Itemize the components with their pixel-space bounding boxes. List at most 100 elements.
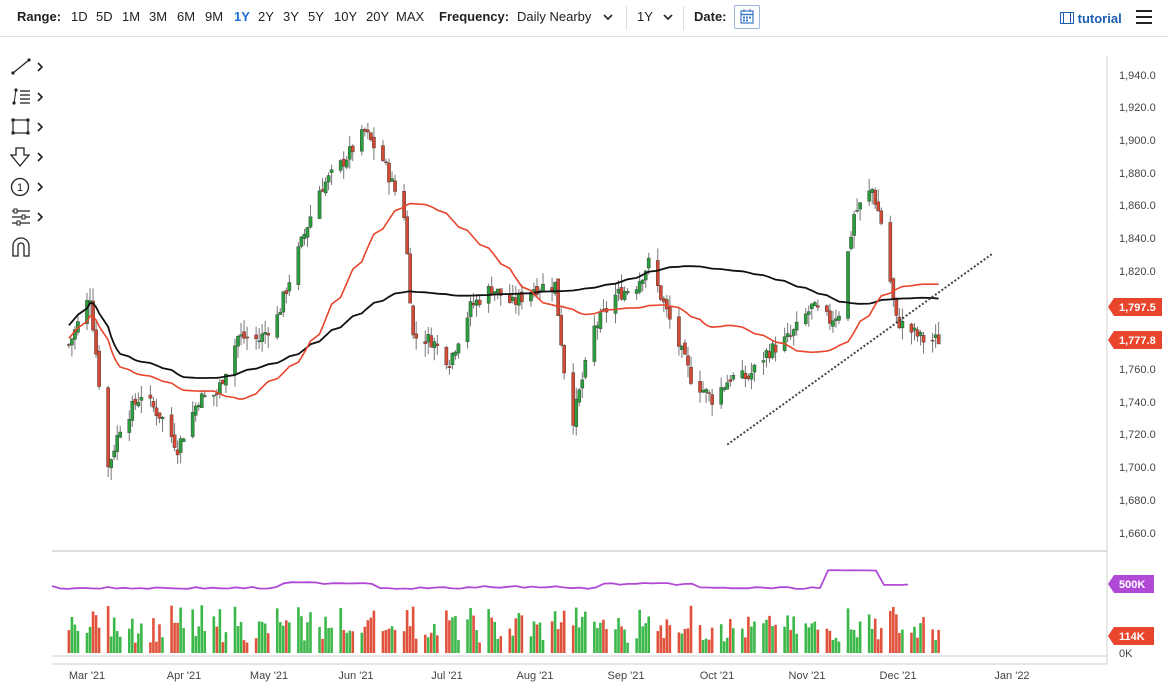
candle-body <box>435 343 440 346</box>
candle-body <box>139 397 144 401</box>
candle-body <box>338 160 343 171</box>
candle-body <box>408 253 412 304</box>
candle-body <box>444 347 449 366</box>
volume-label: 114K 0K <box>1108 627 1154 660</box>
volume-bar <box>466 619 469 653</box>
volume-bar <box>266 633 270 653</box>
volume-bar <box>562 610 566 653</box>
volume-bar <box>511 635 515 653</box>
volume-bar <box>360 632 364 653</box>
volume-bar <box>369 617 373 653</box>
volume-bar <box>496 638 500 653</box>
trendline[interactable] <box>726 252 994 446</box>
volume-bar <box>617 617 620 653</box>
volume-bar <box>381 631 385 653</box>
y-tick-label: 1,880.0 <box>1119 168 1156 180</box>
candle-body <box>450 352 455 366</box>
candle-body <box>239 334 243 337</box>
volume-bar <box>538 622 542 653</box>
candle-body <box>770 343 775 358</box>
candle-body <box>767 351 772 359</box>
volume-bar <box>454 616 457 653</box>
candlesticks <box>67 122 941 480</box>
volume-bar <box>218 609 222 653</box>
volume-bar <box>384 629 388 653</box>
volume-bar <box>810 623 814 653</box>
candle-body <box>686 355 690 366</box>
candle-body <box>172 434 177 448</box>
volume-bar <box>321 638 324 653</box>
ma-price-label: 1,797.5 <box>1108 298 1162 316</box>
candle-body <box>94 329 98 355</box>
y-tick-label: 1,940.0 <box>1119 70 1156 82</box>
volume-bar <box>306 622 309 653</box>
y-tick-label: 1,740.0 <box>1119 397 1156 409</box>
volume-bar <box>919 623 922 653</box>
volume-bar <box>131 618 134 653</box>
candle-body <box>773 344 778 353</box>
volume-bar <box>149 642 152 653</box>
volume-bar <box>514 618 518 653</box>
volume-bar <box>635 638 638 653</box>
candle-body <box>344 159 349 168</box>
candle-body <box>873 189 878 205</box>
volume-bar <box>722 641 726 653</box>
volume-bar <box>680 633 684 653</box>
y-tick-label: 1,700.0 <box>1119 462 1156 474</box>
candle-body <box>157 412 162 419</box>
volume-bar <box>97 627 101 653</box>
price-chart[interactable]: 1,940.0 1,920.0 1,900.0 1,880.0 1,860.0 … <box>0 0 1168 690</box>
y-tick-label: 1,660.0 <box>1119 528 1156 540</box>
volume-bar <box>475 630 478 653</box>
candle-body <box>915 329 920 337</box>
volume-bar <box>541 639 545 653</box>
candle-body <box>541 284 545 292</box>
volume-bar <box>807 627 811 653</box>
candle-body <box>722 387 727 391</box>
volume-bar <box>411 606 415 653</box>
candle-body <box>160 417 165 420</box>
candle-body <box>616 289 621 294</box>
last-price-text: 1,777.8 <box>1119 335 1156 347</box>
candle-body <box>613 294 618 314</box>
candle-body <box>728 379 733 382</box>
candle-body <box>432 341 437 349</box>
x-tick-label: Aug '21 <box>517 670 554 682</box>
x-tick-label: Dec '21 <box>880 670 917 682</box>
volume-bar <box>91 611 95 653</box>
volume-bar <box>508 628 512 653</box>
volume-bar <box>197 626 201 653</box>
candle-body <box>619 287 624 300</box>
candle-body <box>369 132 373 141</box>
candle-body <box>556 278 560 316</box>
volume-bar <box>115 631 119 653</box>
candle-body <box>785 333 790 337</box>
volume-bar <box>285 620 288 653</box>
candle-body <box>816 305 820 308</box>
candle-body <box>912 327 917 331</box>
volume-bar <box>710 627 714 653</box>
volume-bars <box>67 605 940 653</box>
candle-body <box>577 389 582 403</box>
candle-body <box>278 311 283 315</box>
volume-bar <box>849 629 853 653</box>
y-tick-label: 1,720.0 <box>1119 429 1156 441</box>
volume-bar <box>137 633 140 653</box>
volume-bar <box>152 618 155 653</box>
candle-body <box>477 299 482 305</box>
volume-bar <box>203 631 207 653</box>
candle-body <box>320 189 325 192</box>
candle-body <box>426 334 431 343</box>
candle-body <box>562 345 566 374</box>
volume-zero-label: 0K <box>1119 648 1133 660</box>
candle-body <box>852 214 856 236</box>
volume-bar <box>668 625 672 653</box>
volume-value-text: 114K <box>1119 631 1145 643</box>
volume-bar <box>118 636 122 653</box>
volume-bar <box>405 610 409 653</box>
volume-bar <box>656 631 660 653</box>
volume-bar <box>828 630 832 653</box>
candle-body <box>710 394 714 405</box>
candle-body <box>508 293 512 303</box>
volume-bar <box>339 608 342 653</box>
